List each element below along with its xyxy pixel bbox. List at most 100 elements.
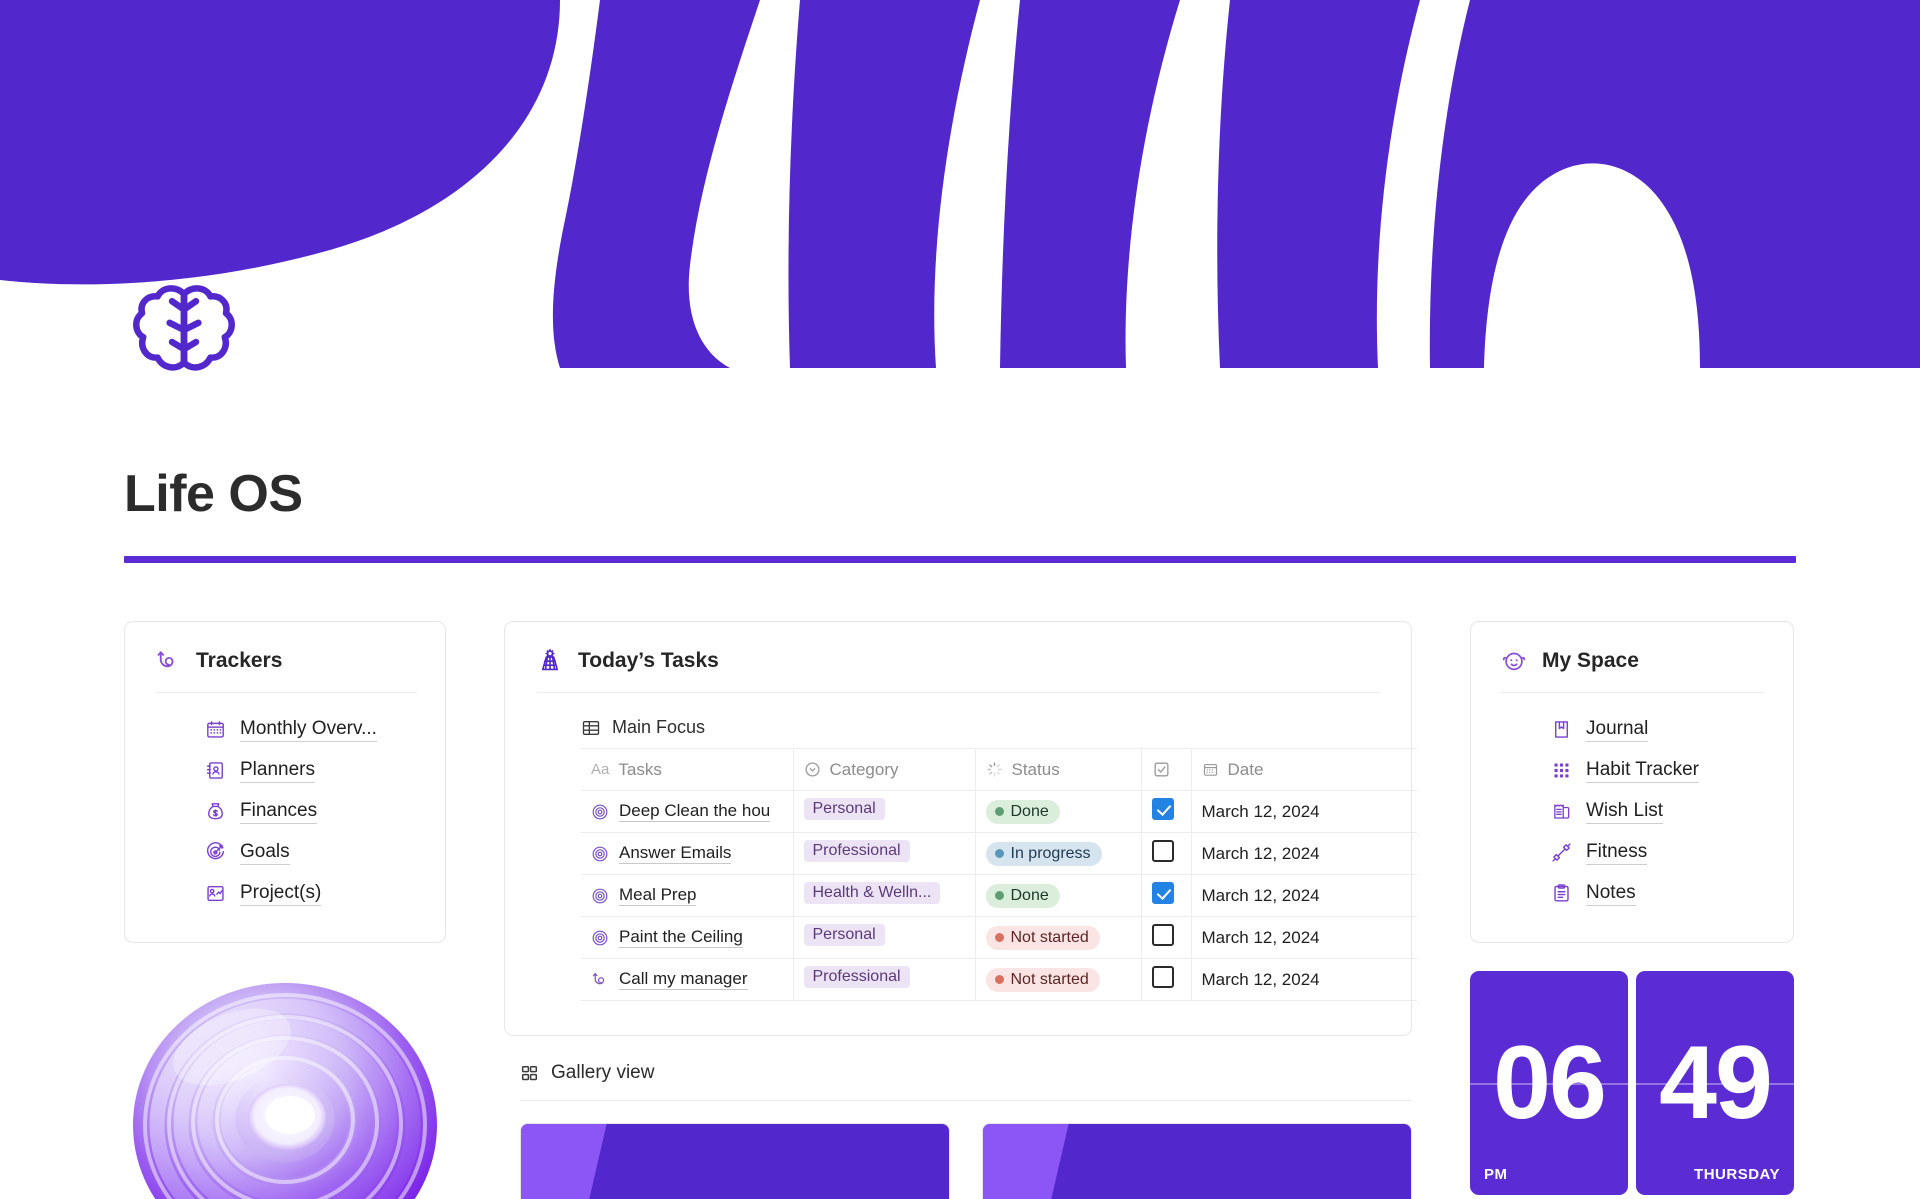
- sidebar-item-label: Wish List: [1586, 800, 1664, 824]
- status-dot: [994, 849, 1004, 858]
- todays-tasks-title: Today’s Tasks: [578, 649, 719, 672]
- gallery-view-header[interactable]: Gallery view: [520, 1062, 1412, 1101]
- project-chart-icon: [207, 885, 224, 902]
- row-checkbox[interactable]: [1151, 966, 1174, 988]
- tasks-table: Aa Tasks Category Status Date Deep Clean…: [581, 748, 1417, 1001]
- tasks-table-body: Deep Clean the hou Personal Done March 1…: [581, 790, 1417, 1001]
- table-row[interactable]: Meal Prep Health & Welln... Done March 1…: [581, 874, 1417, 917]
- left-column: Trackers Monthly Overv... Planners Finan…: [124, 621, 446, 1199]
- page-head: Life OS: [0, 270, 1920, 563]
- sidebar-item-fitness[interactable]: Fitness: [1551, 832, 1765, 873]
- clock-meridiem: PM: [1484, 1166, 1508, 1183]
- cell-category[interactable]: Personal: [793, 790, 976, 833]
- sidebar-item-label: Finances: [240, 800, 318, 824]
- cell-task[interactable]: Answer Emails: [581, 832, 794, 875]
- title-divider: [124, 556, 1796, 563]
- cell-date[interactable]: March 12, 2024: [1191, 832, 1417, 875]
- column-header-date[interactable]: Date: [1191, 748, 1417, 791]
- cell-date[interactable]: March 12, 2024: [1191, 916, 1417, 959]
- sidebar-item-goals[interactable]: Goals: [205, 832, 417, 873]
- column-header-tasks[interactable]: Aa Tasks: [581, 748, 794, 791]
- cell-task[interactable]: Paint the Ceiling: [581, 916, 794, 959]
- spiral-icon: [592, 804, 608, 819]
- sidebar-item-notes[interactable]: Notes: [1551, 873, 1765, 914]
- cell-task[interactable]: Meal Prep: [581, 874, 794, 917]
- sidebar-item-habit-tracker[interactable]: Habit Tracker: [1551, 750, 1765, 791]
- status-badge: Not started: [985, 925, 1100, 950]
- sidebar-item-journal[interactable]: Journal: [1551, 709, 1765, 750]
- table-row[interactable]: Answer Emails Professional In progress M…: [581, 832, 1417, 875]
- sidebar-item-label: Fitness: [1586, 841, 1648, 865]
- cell-checkbox[interactable]: [1141, 874, 1192, 917]
- table-row[interactable]: Paint the Ceiling Personal Not started M…: [581, 916, 1417, 959]
- cell-checkbox[interactable]: [1141, 958, 1192, 1001]
- status-dot: [994, 891, 1004, 900]
- cell-checkbox[interactable]: [1141, 790, 1192, 833]
- cell-category[interactable]: Professional: [793, 832, 976, 875]
- sidebar-item-planners[interactable]: Planners: [205, 750, 417, 791]
- status-badge: Not started: [985, 967, 1100, 992]
- cell-task[interactable]: Deep Clean the hou: [581, 790, 794, 833]
- status-badge: In progress: [985, 841, 1102, 866]
- sidebar-item-projects[interactable]: Project(s): [205, 873, 417, 914]
- book-icon: [1555, 721, 1568, 738]
- status-label: Not started: [1010, 970, 1089, 988]
- purple-torus-3d-render: [133, 983, 437, 1199]
- gallery-card[interactable]: [520, 1123, 950, 1199]
- sidebar-item-label: Notes: [1586, 882, 1636, 906]
- center-column: Today’s Tasks Main Focus Aa Tasks Catego…: [504, 621, 1417, 1199]
- cell-task[interactable]: Call my manager: [581, 958, 794, 1001]
- sidebar-item-wish-list[interactable]: Wish List: [1551, 791, 1765, 832]
- spiral-icon: [592, 888, 608, 903]
- right-column: My Space Journal Habit Tracker Wish List…: [1470, 621, 1794, 1195]
- task-name: Call my manager: [619, 969, 748, 990]
- cell-date[interactable]: March 12, 2024: [1191, 958, 1417, 1001]
- table-row[interactable]: Deep Clean the hou Personal Done March 1…: [581, 790, 1417, 833]
- row-checkbox[interactable]: [1151, 840, 1174, 862]
- status-dot: [994, 807, 1004, 816]
- sidebar-item-finances[interactable]: Finances: [205, 791, 417, 832]
- category-pill: Health & Welln...: [803, 882, 941, 904]
- category-pill: Personal: [803, 798, 885, 820]
- table-icon: [582, 720, 600, 735]
- cell-category[interactable]: Health & Welln...: [793, 874, 976, 917]
- cell-category[interactable]: Professional: [793, 958, 976, 1001]
- todays-tasks-header: Today’s Tasks: [537, 648, 1381, 693]
- select-icon: [804, 762, 820, 777]
- clipboard-icon: [1554, 884, 1569, 902]
- todays-tasks-card: Today’s Tasks Main Focus Aa Tasks Catego…: [504, 621, 1417, 1036]
- cell-checkbox[interactable]: [1141, 832, 1192, 875]
- table-row[interactable]: Call my manager Professional Not started…: [581, 958, 1417, 1001]
- flip-clock-widget: 06 PM 49 THURSDAY: [1470, 971, 1794, 1195]
- sidebar-item-label: Project(s): [240, 882, 322, 906]
- grid-icon: [521, 1065, 538, 1080]
- status-badge: Done: [985, 883, 1060, 908]
- status-dot: [994, 975, 1004, 984]
- cell-checkbox[interactable]: [1141, 916, 1192, 959]
- cell-date[interactable]: March 12, 2024: [1191, 874, 1417, 917]
- column-header-category[interactable]: Category: [793, 748, 976, 791]
- clock-weekday: THURSDAY: [1694, 1166, 1780, 1183]
- gallery-card[interactable]: [982, 1123, 1412, 1199]
- cell-status[interactable]: In progress: [975, 832, 1142, 875]
- category-pill: Personal: [803, 924, 885, 946]
- target-icon: [207, 842, 225, 860]
- column-header-status[interactable]: Status: [975, 748, 1142, 791]
- row-checkbox[interactable]: [1151, 882, 1174, 904]
- cell-category[interactable]: Personal: [793, 916, 976, 959]
- row-checkbox[interactable]: [1151, 924, 1174, 946]
- cell-status[interactable]: Not started: [975, 916, 1142, 959]
- content-columns: Trackers Monthly Overv... Planners Finan…: [0, 621, 1920, 1199]
- main-focus-subheader[interactable]: Main Focus: [581, 717, 1381, 738]
- trackers-list: Monthly Overv... Planners Finances Goals…: [153, 709, 417, 914]
- cell-status[interactable]: Done: [975, 790, 1142, 833]
- cell-date[interactable]: March 12, 2024: [1191, 790, 1417, 833]
- status-badge: Done: [985, 799, 1060, 824]
- spiral-arrow-icon: [157, 650, 174, 668]
- sidebar-item-monthly-overview[interactable]: Monthly Overv...: [205, 709, 417, 750]
- cell-status[interactable]: Not started: [975, 958, 1142, 1001]
- cell-status[interactable]: Done: [975, 874, 1142, 917]
- column-header-done[interactable]: [1141, 748, 1192, 791]
- row-checkbox[interactable]: [1151, 798, 1174, 820]
- page-title: Life OS: [124, 465, 303, 523]
